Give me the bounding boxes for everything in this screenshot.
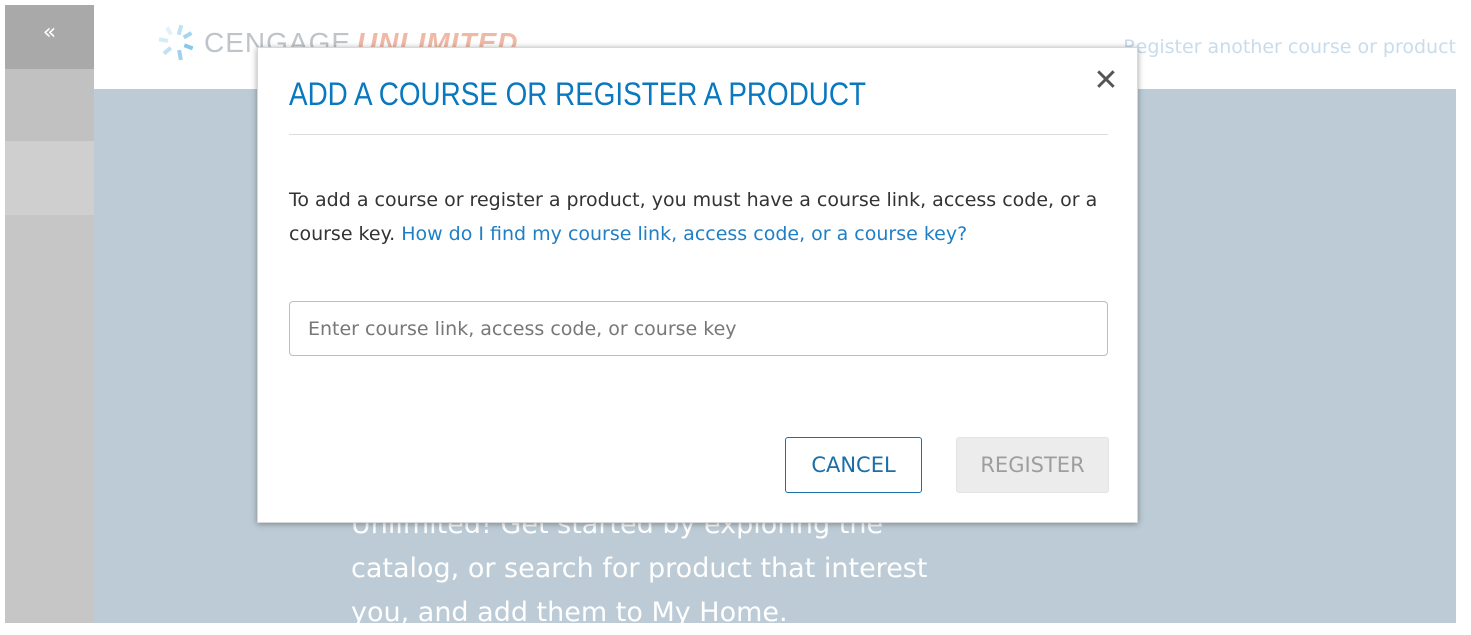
double-chevron-left-icon: «: [42, 20, 57, 45]
cancel-button[interactable]: CANCEL: [785, 437, 922, 493]
dialog-title: ADD A COURSE OR REGISTER A PRODUCT: [289, 76, 867, 112]
dialog-divider: [289, 134, 1108, 135]
add-course-dialog: ADD A COURSE OR REGISTER A PRODUCT ✕ To …: [257, 47, 1138, 523]
register-button[interactable]: REGISTER: [956, 437, 1109, 493]
sidebar-collapse-button[interactable]: «: [5, 5, 94, 69]
course-code-input[interactable]: [289, 301, 1108, 356]
dialog-instructions: To add a course or register a product, y…: [289, 183, 1119, 251]
sidebar: «: [5, 5, 94, 623]
page-edge-right: [1456, 0, 1471, 623]
register-another-link[interactable]: Register another course or product: [1123, 36, 1456, 58]
cengage-logo-icon: [156, 23, 200, 63]
sidebar-item[interactable]: [5, 141, 94, 215]
help-link[interactable]: How do I find my course link, access cod…: [401, 223, 967, 245]
sidebar-item[interactable]: [5, 69, 94, 141]
close-icon[interactable]: ✕: [1091, 66, 1121, 96]
